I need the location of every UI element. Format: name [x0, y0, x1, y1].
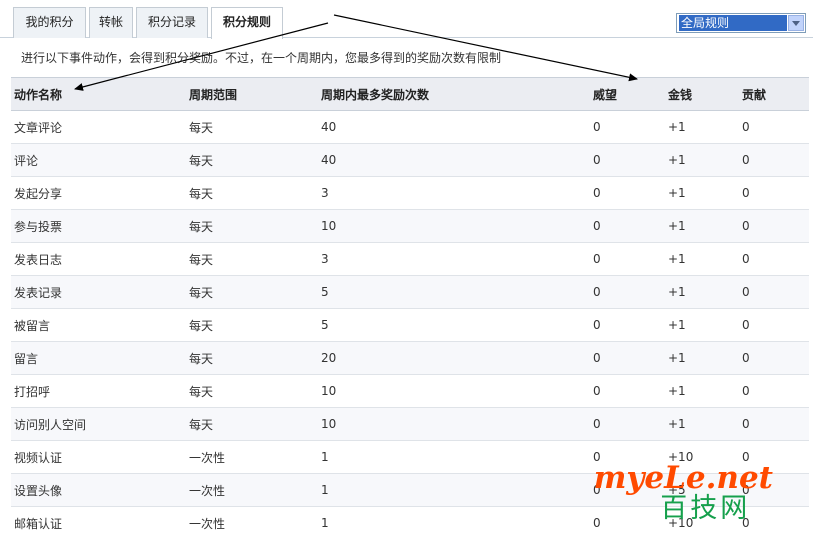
cell-cycle-range: 一次性	[186, 506, 318, 537]
table-row: 发起分享 每天 3 0 +1 0	[11, 176, 809, 210]
cell-cycle-range: 每天	[186, 176, 318, 210]
cell-cycle-range: 每天	[186, 308, 318, 342]
rule-scope-select[interactable]: 全局规则	[676, 13, 806, 33]
cell-prestige: 0	[590, 110, 665, 144]
table-row: 文章评论 每天 40 0 +1 0	[11, 110, 809, 144]
cell-cycle-range: 每天	[186, 374, 318, 408]
cell-cycle-range: 每天	[186, 407, 318, 441]
watermark-site-name: 百技网	[660, 493, 751, 524]
cell-money: +1	[665, 242, 739, 276]
table-row: 发表日志 每天 3 0 +1 0	[11, 242, 809, 276]
table-row: 访问别人空间 每天 10 0 +1 0	[11, 407, 809, 441]
cell-contribution: 0	[739, 275, 809, 309]
cell-action-name: 留言	[11, 341, 186, 375]
cell-max-rewards: 3	[318, 176, 590, 210]
cell-money: +1	[665, 374, 739, 408]
cell-contribution: 0	[739, 242, 809, 276]
header-prestige: 威望	[590, 77, 665, 111]
cell-money: +1	[665, 407, 739, 441]
chevron-down-icon	[792, 21, 800, 26]
cell-contribution: 0	[739, 110, 809, 144]
cell-money: +1	[665, 308, 739, 342]
cell-money: +1	[665, 110, 739, 144]
cell-action-name: 发起分享	[11, 176, 186, 210]
header-max-rewards: 周期内最多奖励次数	[318, 77, 590, 111]
cell-max-rewards: 10	[318, 209, 590, 243]
tab-points-log[interactable]: 积分记录	[136, 7, 208, 38]
cell-action-name: 发表记录	[11, 275, 186, 309]
site-watermark: myeLe.net 百技网	[594, 462, 773, 524]
rules-notice: 进行以下事件动作，会得到积分奖励。不过，在一个周期内，您最多得到的奖励次数有限制	[21, 51, 502, 65]
cell-prestige: 0	[590, 176, 665, 210]
watermark-domain: myeLe.net	[593, 460, 773, 496]
cell-contribution: 0	[739, 341, 809, 375]
cell-action-name: 视频认证	[11, 440, 186, 474]
cell-cycle-range: 一次性	[186, 473, 318, 507]
cell-max-rewards: 5	[318, 275, 590, 309]
cell-prestige: 0	[590, 209, 665, 243]
cell-cycle-range: 每天	[186, 341, 318, 375]
table-row: 被留言 每天 5 0 +1 0	[11, 308, 809, 342]
tab-my-points[interactable]: 我的积分	[13, 7, 86, 38]
cell-money: +1	[665, 209, 739, 243]
cell-cycle-range: 每天	[186, 275, 318, 309]
cell-money: +1	[665, 341, 739, 375]
header-cycle-range: 周期范围	[186, 77, 318, 111]
cell-cycle-range: 每天	[186, 209, 318, 243]
cell-prestige: 0	[590, 143, 665, 177]
header-action-name: 动作名称	[11, 77, 186, 111]
cell-action-name: 访问别人空间	[11, 407, 186, 441]
cell-max-rewards: 10	[318, 374, 590, 408]
table-row: 参与投票 每天 10 0 +1 0	[11, 209, 809, 243]
cell-max-rewards: 3	[318, 242, 590, 276]
table-row: 打招呼 每天 10 0 +1 0	[11, 374, 809, 408]
cell-max-rewards: 10	[318, 407, 590, 441]
header-contribution: 贡献	[739, 77, 809, 111]
cell-prestige: 0	[590, 275, 665, 309]
cell-prestige: 0	[590, 308, 665, 342]
cell-money: +1	[665, 275, 739, 309]
cell-action-name: 邮箱认证	[11, 506, 186, 537]
cell-action-name: 设置头像	[11, 473, 186, 507]
cell-action-name: 参与投票	[11, 209, 186, 243]
cell-max-rewards: 20	[318, 341, 590, 375]
cell-action-name: 发表日志	[11, 242, 186, 276]
cell-cycle-range: 一次性	[186, 440, 318, 474]
cell-action-name: 打招呼	[11, 374, 186, 408]
cell-max-rewards: 1	[318, 473, 590, 507]
table-row: 评论 每天 40 0 +1 0	[11, 143, 809, 177]
dropdown-button[interactable]	[788, 15, 804, 31]
table-row: 留言 每天 20 0 +1 0	[11, 341, 809, 375]
cell-money: +1	[665, 143, 739, 177]
cell-contribution: 0	[739, 176, 809, 210]
header-money: 金钱	[665, 77, 739, 111]
cell-cycle-range: 每天	[186, 110, 318, 144]
cell-money: +1	[665, 176, 739, 210]
cell-action-name: 文章评论	[11, 110, 186, 144]
cell-prestige: 0	[590, 407, 665, 441]
cell-contribution: 0	[739, 374, 809, 408]
cell-contribution: 0	[739, 209, 809, 243]
cell-cycle-range: 每天	[186, 242, 318, 276]
rule-scope-selected-value: 全局规则	[679, 15, 787, 31]
table-header-row: 动作名称 周期范围 周期内最多奖励次数 威望 金钱 贡献	[11, 77, 809, 111]
cell-max-rewards: 40	[318, 110, 590, 144]
cell-prestige: 0	[590, 341, 665, 375]
cell-max-rewards: 5	[318, 308, 590, 342]
cell-max-rewards: 1	[318, 506, 590, 537]
cell-contribution: 0	[739, 143, 809, 177]
cell-prestige: 0	[590, 242, 665, 276]
cell-max-rewards: 1	[318, 440, 590, 474]
tab-points-rules[interactable]: 积分规则	[211, 7, 283, 39]
table-row: 发表记录 每天 5 0 +1 0	[11, 275, 809, 309]
tab-transfer[interactable]: 转帐	[89, 7, 133, 38]
cell-cycle-range: 每天	[186, 143, 318, 177]
cell-max-rewards: 40	[318, 143, 590, 177]
cell-action-name: 被留言	[11, 308, 186, 342]
cell-action-name: 评论	[11, 143, 186, 177]
cell-contribution: 0	[739, 407, 809, 441]
cell-prestige: 0	[590, 374, 665, 408]
cell-contribution: 0	[739, 308, 809, 342]
